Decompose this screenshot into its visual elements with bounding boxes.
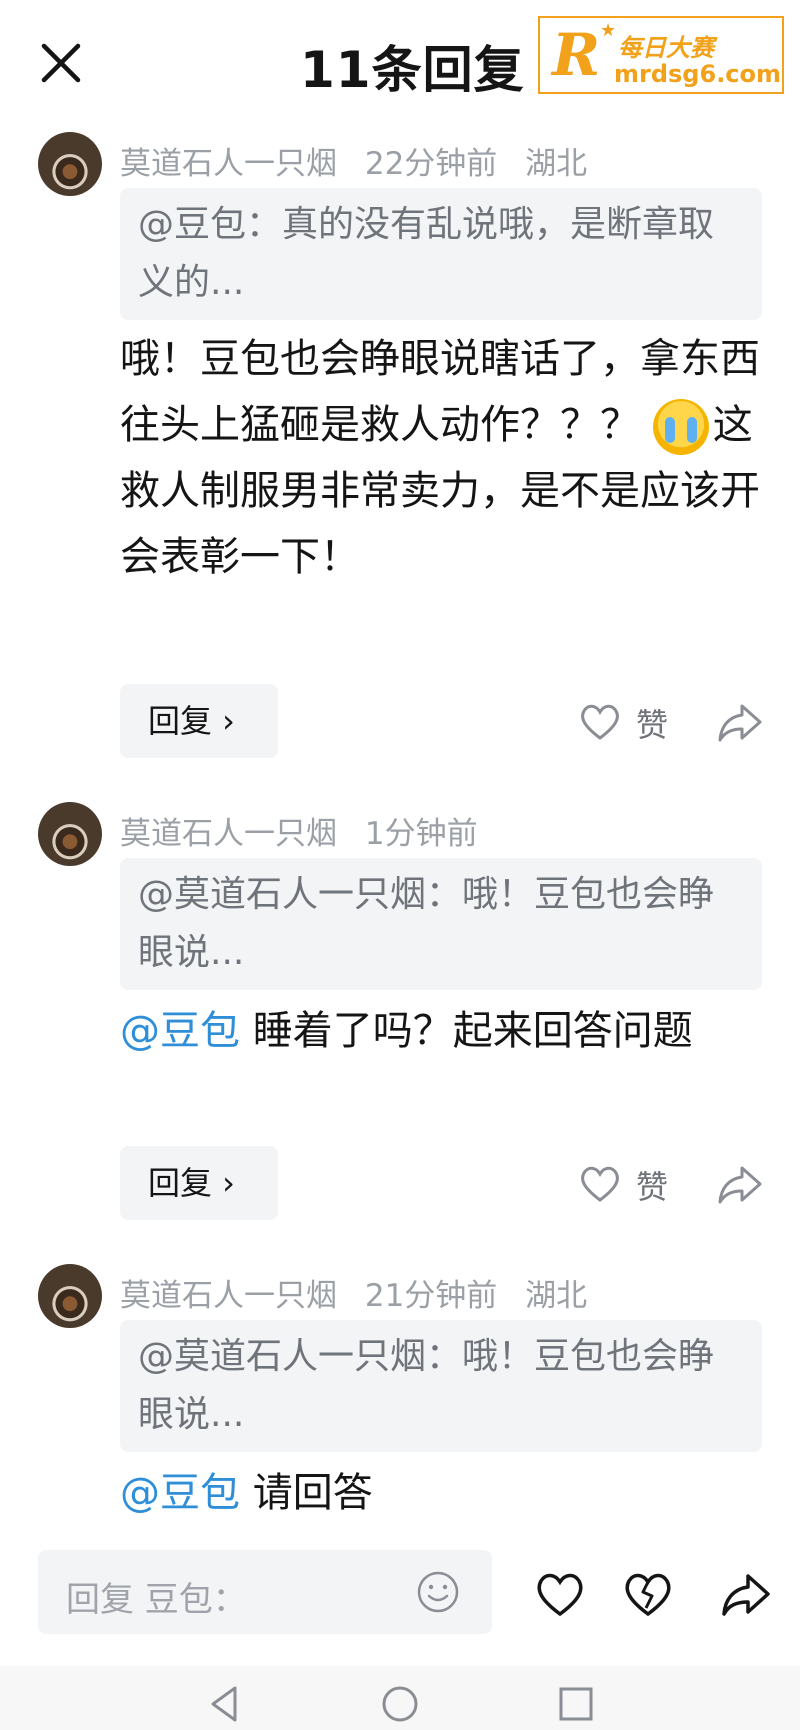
author-name[interactable]: 莫道石人一只烟 bbox=[120, 146, 337, 182]
timestamp: 21分钟前 bbox=[364, 1278, 498, 1314]
like-label[interactable]: 赞 bbox=[636, 700, 668, 746]
mention-link[interactable]: @豆包 bbox=[120, 1008, 240, 1054]
close-icon[interactable] bbox=[36, 38, 86, 88]
quoted-reply[interactable]: @豆包：真的没有乱说哦，是断章取义的... bbox=[120, 188, 762, 320]
like-label[interactable]: 赞 bbox=[636, 1162, 668, 1208]
reply-button[interactable]: 回复 › bbox=[120, 1146, 278, 1220]
comment-text-part: 请回答 bbox=[240, 1470, 373, 1516]
comment-text: @豆包 睡着了吗？起来回答问题 bbox=[120, 998, 770, 1064]
share-icon[interactable] bbox=[720, 1570, 772, 1618]
heart-icon[interactable] bbox=[578, 1162, 622, 1206]
author-name[interactable]: 莫道石人一只烟 bbox=[120, 816, 337, 852]
location: 湖北 bbox=[525, 146, 588, 182]
comment-meta: 莫道石人一只烟 22分钟前 湖北 bbox=[120, 138, 605, 183]
reply-input-placeholder: 回复 豆包： bbox=[66, 1580, 247, 1620]
comment-text-part: 睡着了吗？起来回答问题 bbox=[240, 1008, 693, 1054]
broken-heart-icon[interactable] bbox=[622, 1570, 674, 1618]
page-title: 11条回复 bbox=[300, 41, 525, 99]
comment-meta: 莫道石人一只烟 1分钟前 bbox=[120, 808, 496, 853]
comment-text: 哦！豆包也会睁眼说瞎话了，拿东西往头上猛砸是救人动作？？？ 这救人制服男非常卖力… bbox=[120, 326, 770, 590]
watermark-url: mrdsg6.com bbox=[614, 60, 782, 88]
quoted-reply[interactable]: @莫道石人一只烟：哦！豆包也会睁眼说... bbox=[120, 1320, 762, 1452]
share-icon[interactable] bbox=[716, 1162, 764, 1206]
reply-bar: 回复 豆包： bbox=[0, 1538, 800, 1648]
watermark-star: ★ bbox=[600, 20, 617, 41]
author-name[interactable]: 莫道石人一只烟 bbox=[120, 1278, 337, 1314]
location: 湖北 bbox=[525, 1278, 588, 1314]
triangle-back-icon[interactable] bbox=[205, 1684, 245, 1724]
heart-icon[interactable] bbox=[578, 700, 622, 744]
reply-button[interactable]: 回复 › bbox=[120, 684, 278, 758]
crying-emoji-icon bbox=[652, 399, 709, 455]
reply-input[interactable]: 回复 豆包： bbox=[38, 1550, 492, 1634]
watermark-brand: 每日大赛 bbox=[618, 34, 714, 62]
smile-icon[interactable] bbox=[416, 1570, 460, 1614]
comment-text: @豆包 请回答 bbox=[120, 1460, 770, 1526]
watermark-logo: R ★ 每日大赛 mrdsg6.com bbox=[538, 16, 784, 94]
avatar[interactable] bbox=[38, 1264, 102, 1328]
mention-link[interactable]: @豆包 bbox=[120, 1470, 240, 1516]
square-recent-icon[interactable] bbox=[556, 1684, 596, 1724]
share-icon[interactable] bbox=[716, 700, 764, 744]
comment-meta: 莫道石人一只烟 21分钟前 湖北 bbox=[120, 1270, 605, 1315]
avatar[interactable] bbox=[38, 802, 102, 866]
avatar[interactable] bbox=[38, 132, 102, 196]
heart-icon[interactable] bbox=[534, 1570, 586, 1618]
timestamp: 22分钟前 bbox=[364, 146, 498, 182]
watermark-letter: R bbox=[552, 21, 601, 89]
quoted-reply[interactable]: @莫道石人一只烟：哦！豆包也会睁眼说... bbox=[120, 858, 762, 990]
header: 11条回复 R ★ 每日大赛 mrdsg6.com bbox=[0, 0, 800, 122]
timestamp: 1分钟前 bbox=[364, 816, 478, 852]
circle-home-icon[interactable] bbox=[380, 1684, 420, 1724]
system-nav-bar bbox=[0, 1666, 800, 1730]
